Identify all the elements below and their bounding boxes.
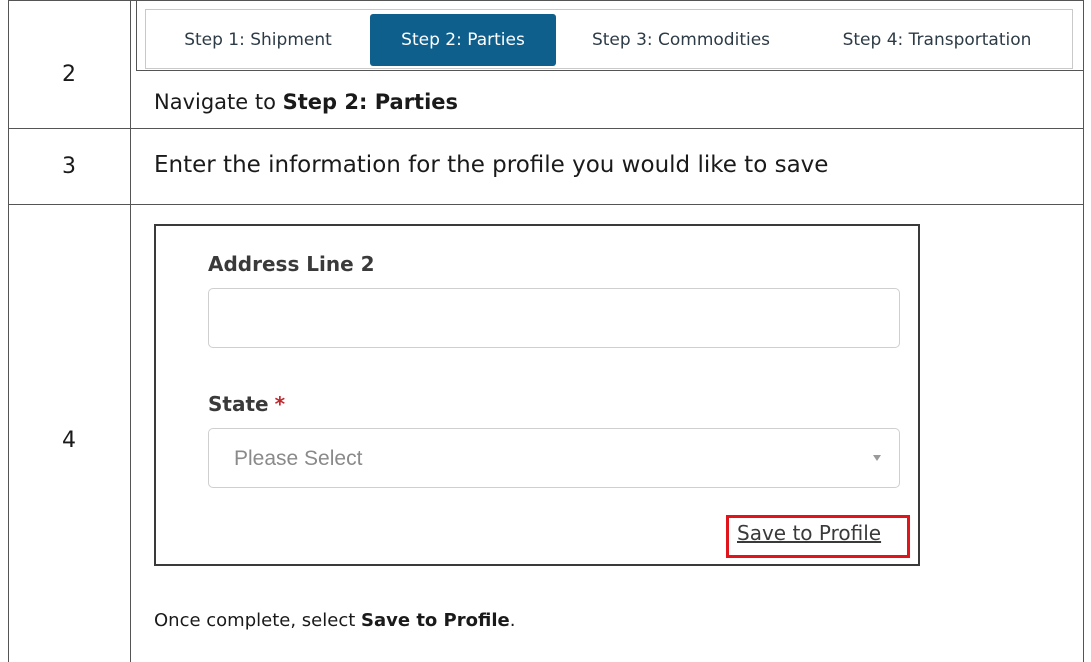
tab-step-4-transportation[interactable]: Step 4: Transportation: [804, 14, 1070, 66]
row-3-instruction: Enter the information for the profile yo…: [154, 152, 829, 178]
row-2-instruction-bold: Step 2: Parties: [282, 90, 459, 114]
tab-step-1-shipment[interactable]: Step 1: Shipment: [164, 14, 352, 66]
chevron-down-icon: [873, 455, 881, 461]
state-select-value: Please Select: [234, 447, 363, 470]
table-right-border: [1083, 0, 1084, 662]
table-column-divider-inner: [136, 0, 137, 70]
tab-step-3-commodities[interactable]: Step 3: Commodities: [570, 14, 792, 66]
row-4-note: Once complete, select Save to Profile.: [154, 610, 515, 631]
state-label-text: State: [208, 392, 269, 416]
table-left-border: [8, 0, 9, 662]
row-2-instruction: Navigate to Step 2: Parties: [154, 90, 458, 114]
state-label: State *: [208, 392, 285, 416]
row-divider-2-3: [8, 128, 1084, 129]
row-number-2: 2: [62, 62, 76, 87]
row-divider-3-4: [8, 204, 1084, 205]
row-4-note-suffix: .: [509, 610, 516, 631]
row-2-instruction-prefix: Navigate to: [154, 90, 283, 114]
row-number-3: 3: [62, 154, 76, 179]
address-line-2-label: Address Line 2: [208, 252, 375, 276]
row-4-note-prefix: Once complete, select: [154, 610, 361, 631]
tab-step-2-parties[interactable]: Step 2: Parties: [370, 14, 556, 66]
save-to-profile-highlight: Save to Profile: [726, 515, 910, 558]
table-column-divider: [130, 0, 131, 662]
step-tabs: Step 1: Shipment Step 2: Parties Step 3:…: [145, 9, 1073, 69]
save-to-profile-link[interactable]: Save to Profile: [737, 521, 881, 545]
address-line-2-input[interactable]: [208, 288, 900, 348]
required-asterisk: *: [274, 392, 286, 416]
row-4-note-bold: Save to Profile: [361, 610, 510, 631]
table-top-border: [8, 0, 1084, 1]
state-select[interactable]: Please Select: [208, 428, 900, 488]
profile-form: Address Line 2 State * Please Select Save…: [154, 224, 920, 566]
row-number-4: 4: [62, 428, 76, 453]
tabs-underline: [136, 70, 1084, 71]
